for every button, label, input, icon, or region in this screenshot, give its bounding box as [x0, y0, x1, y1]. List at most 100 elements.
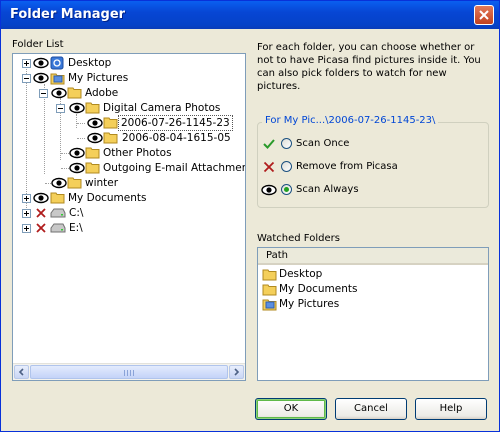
close-button[interactable] [474, 5, 494, 25]
pictures-folder-icon [262, 299, 277, 311]
tree-node-label: My Pictures [68, 72, 129, 84]
watched-item-label: My Pictures [279, 298, 340, 310]
tree-node-label: winter [85, 177, 119, 189]
watched-folders-list[interactable]: Path Desktop My Documents My Pictures [257, 247, 489, 381]
folder-icon [50, 192, 65, 204]
tree-line [61, 153, 69, 154]
folder-icon [85, 102, 100, 114]
tree-node-label: 2006-07-26-1145-23 [118, 115, 233, 131]
pictures-folder-icon [50, 73, 65, 85]
scroll-right-button[interactable] [229, 365, 244, 379]
option-remove-from-picasa[interactable]: Remove from Picasa [263, 159, 463, 175]
folder-icon [85, 162, 100, 174]
eye-icon [33, 192, 49, 204]
scroll-thumb[interactable] [30, 365, 228, 379]
tree-node-e-drive[interactable]: E:\ [13, 220, 245, 236]
tree-line [77, 123, 85, 124]
cancel-button[interactable]: Cancel [335, 398, 407, 420]
x-mark-icon [36, 223, 46, 233]
tree-node-label: E:\ [69, 222, 83, 234]
tree-line [61, 168, 69, 169]
tree-node-desktop[interactable]: Desktop [13, 55, 245, 71]
eye-icon [69, 162, 85, 174]
tree-node-label: Adobe [85, 87, 119, 99]
expand-icon[interactable] [22, 59, 31, 68]
eye-icon [51, 87, 67, 99]
tree-node-my-documents[interactable]: My Documents [13, 190, 245, 206]
option-label: Scan Always [296, 184, 359, 195]
folder-icon [85, 147, 100, 159]
eye-icon [87, 132, 103, 144]
eye-icon [33, 72, 49, 84]
watched-item-my-documents[interactable]: My Documents [262, 282, 482, 297]
tree-node-label: 2006-08-04-1615-05 [122, 132, 231, 144]
scroll-left-button[interactable] [14, 365, 29, 379]
folder-tree[interactable]: Desktop My Pictures Adobe Digital Camera… [12, 53, 246, 381]
tree-node-digital-camera-photos[interactable]: Digital Camera Photos [13, 100, 245, 116]
folder-manager-dialog: Folder Manager Folder List Desktop My Pi… [0, 0, 500, 432]
tree-node-label: Other Photos [103, 147, 172, 159]
watched-item-my-pictures[interactable]: My Pictures [262, 297, 482, 312]
chevron-right-icon [234, 368, 240, 376]
tree-node-adobe[interactable]: Adobe [13, 85, 245, 101]
tree-node-2006-07-26[interactable]: 2006-07-26-1145-23 [13, 115, 245, 131]
column-header-label: Path [266, 250, 288, 261]
folder-icon [67, 87, 82, 99]
scan-options-label: For My Pic...\2006-07-26-1145-23\ [262, 115, 439, 126]
option-scan-once[interactable]: Scan Once [263, 136, 463, 152]
column-header-path[interactable]: Path [258, 248, 488, 265]
option-label: Scan Once [296, 138, 350, 149]
collapse-icon[interactable] [22, 74, 31, 83]
expand-icon[interactable] [22, 209, 31, 218]
watched-item-label: Desktop [279, 268, 323, 280]
tree-node-c-drive[interactable]: C:\ [13, 205, 245, 221]
tree-node-label: My Documents [68, 192, 147, 204]
help-button[interactable]: Help [415, 398, 487, 420]
remove-from-picasa-radio[interactable] [281, 161, 292, 172]
tree-node-other-photos[interactable]: Other Photos [13, 145, 245, 161]
expand-icon[interactable] [22, 194, 31, 203]
checkmark-icon [263, 139, 275, 149]
eye-icon [261, 184, 277, 196]
scan-once-radio[interactable] [281, 138, 292, 149]
folder-icon [262, 269, 277, 281]
collapse-icon[interactable] [56, 104, 65, 113]
tree-node-label: Outgoing E-mail Attachment [103, 162, 246, 174]
tree-node-winter[interactable]: winter [13, 175, 245, 191]
tree-line [77, 138, 85, 139]
folder-icon [103, 117, 118, 129]
watched-item-desktop[interactable]: Desktop [262, 267, 482, 282]
scroll-grip [124, 370, 134, 376]
folder-icon [103, 132, 118, 144]
watched-item-label: My Documents [279, 283, 358, 295]
drive-icon [50, 223, 66, 233]
tree-node-label: Desktop [68, 57, 112, 69]
tree-node-2006-08-04[interactable]: 2006-08-04-1615-05 [13, 130, 245, 146]
chevron-left-icon [18, 368, 24, 376]
tree-node-label: C:\ [69, 207, 84, 219]
eye-icon [87, 117, 103, 129]
scan-always-radio[interactable] [281, 184, 292, 195]
option-scan-always[interactable]: Scan Always [261, 182, 463, 198]
info-text: For each folder, you can choose whether … [257, 42, 481, 92]
tree-node-outgoing-email[interactable]: Outgoing E-mail Attachment [13, 160, 245, 176]
x-mark-icon [36, 208, 46, 218]
horizontal-scrollbar[interactable] [13, 363, 245, 380]
eye-icon [69, 147, 85, 159]
eye-icon [51, 177, 67, 189]
desktop-icon [50, 56, 64, 70]
eye-icon [69, 102, 85, 114]
window-title: Folder Manager [10, 7, 126, 22]
title-bar[interactable]: Folder Manager [1, 1, 499, 29]
tree-node-label: Digital Camera Photos [103, 102, 221, 114]
collapse-icon[interactable] [39, 89, 48, 98]
folder-icon [67, 177, 82, 189]
x-mark-icon [263, 161, 275, 173]
drive-icon [50, 208, 66, 218]
ok-button[interactable]: OK [255, 398, 327, 420]
close-icon [479, 10, 489, 20]
tree-node-my-pictures[interactable]: My Pictures [13, 70, 245, 86]
eye-icon [33, 57, 49, 69]
expand-icon[interactable] [22, 224, 31, 233]
option-label: Remove from Picasa [296, 161, 398, 172]
